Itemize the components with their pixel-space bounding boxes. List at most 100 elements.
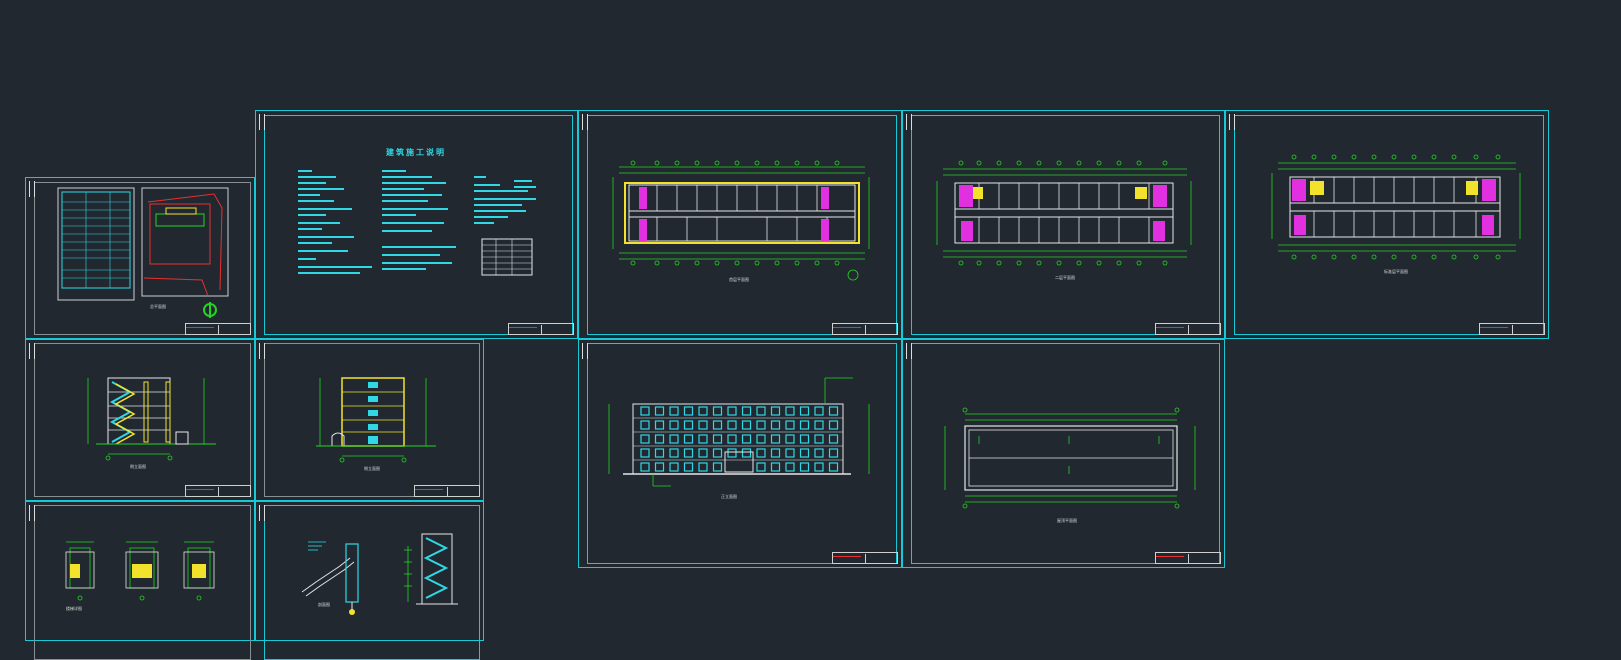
window-mark — [770, 434, 781, 444]
window-mark — [814, 434, 824, 444]
window-mark — [640, 420, 650, 430]
sheet-side-elevation-1[interactable]: 侧立面图 — [25, 339, 255, 501]
title-block — [832, 323, 898, 335]
window-mark — [756, 434, 766, 444]
window-mark — [712, 406, 723, 416]
window-mark — [799, 420, 810, 430]
window-mark — [654, 406, 665, 416]
window-mark — [712, 462, 723, 472]
window-mark — [814, 420, 824, 430]
window-mark — [683, 434, 694, 444]
window-mark — [698, 462, 708, 472]
title-block — [1155, 323, 1221, 335]
window-mark — [727, 406, 737, 416]
stair-details-caption: 楼梯详图 — [66, 606, 82, 611]
floor-plan-1-drawing — [612, 160, 870, 281]
floor-plan-1-caption: 首层平面图 — [729, 277, 749, 282]
floor-plan-2-caption: 二层平面图 — [1055, 275, 1075, 280]
sheet-site-plan[interactable]: 总平面图 — [25, 177, 255, 339]
window-mark — [799, 406, 810, 416]
window-mark — [814, 406, 824, 416]
title-block — [1479, 323, 1545, 335]
window-mark — [785, 462, 795, 472]
window-mark — [756, 462, 766, 472]
window-mark — [683, 462, 694, 472]
window-mark — [741, 420, 752, 430]
floor-plan-2-drawing — [936, 160, 1192, 266]
side-elevation-2-drawing — [316, 377, 436, 463]
side-elevation-1-drawing — [87, 377, 216, 461]
window-mark — [799, 448, 810, 458]
window-mark — [640, 462, 650, 472]
sheet-floor-plan-2[interactable]: 二层平面图 — [902, 110, 1225, 339]
sheet-floor-plan-3[interactable]: 标准层平面图 — [1225, 110, 1549, 339]
side-elevation-1-caption: 侧立面图 — [130, 464, 146, 469]
window-mark — [698, 420, 708, 430]
sheet-section[interactable]: 剖面图 — [255, 501, 484, 660]
window-mark — [654, 448, 665, 458]
front-elevation-caption: 正立面图 — [721, 494, 737, 499]
window-mark — [785, 406, 795, 416]
sheet-roof-plan[interactable]: 屋顶平面图 — [902, 339, 1225, 568]
site-plan-caption: 总平面图 — [150, 304, 166, 309]
section-caption: 剖面图 — [318, 602, 330, 607]
title-block — [832, 552, 898, 564]
window-mark — [669, 420, 679, 430]
window-mark — [669, 406, 679, 416]
window-mark — [799, 434, 810, 444]
window-mark — [785, 420, 795, 430]
window-mark — [683, 448, 694, 458]
front-elevation-drawing — [608, 377, 870, 487]
window-mark — [698, 406, 708, 416]
window-mark — [814, 448, 824, 458]
sheet-design-notes[interactable]: 建筑施工说明 — [255, 110, 578, 339]
side-elevation-2-caption: 侧立面图 — [364, 466, 380, 471]
window-mark — [640, 434, 650, 444]
sheet-front-elevation[interactable]: 正立面图 — [578, 339, 902, 568]
title-block — [185, 323, 251, 335]
sheet-stair-details[interactable]: 楼梯详图 — [25, 501, 255, 660]
section-drawing — [301, 533, 458, 615]
window-mark — [814, 462, 824, 472]
window-mark — [712, 420, 723, 430]
floor-plan-3-drawing — [1271, 154, 1521, 260]
window-mark — [770, 406, 781, 416]
window-mark — [640, 448, 650, 458]
window-mark — [756, 420, 766, 430]
window-mark — [727, 420, 737, 430]
window-mark — [698, 434, 708, 444]
window-mark — [712, 448, 723, 458]
window-mark — [741, 406, 752, 416]
window-mark — [756, 448, 766, 458]
window-mark — [828, 434, 839, 444]
window-mark — [640, 406, 650, 416]
window-mark — [828, 420, 839, 430]
window-mark — [741, 434, 752, 444]
window-mark — [683, 420, 694, 430]
sheet-side-elevation-2[interactable]: 侧立面图 — [255, 339, 484, 501]
sheet-floor-plan-1[interactable]: 首层平面图 — [578, 110, 902, 339]
window-mark — [654, 462, 665, 472]
window-mark — [669, 448, 679, 458]
title-block — [1155, 552, 1221, 564]
window-mark — [828, 448, 839, 458]
window-mark — [770, 448, 781, 458]
window-mark — [770, 462, 781, 472]
window-mark — [785, 448, 795, 458]
window-mark — [727, 434, 737, 444]
window-mark — [727, 448, 737, 458]
design-notes-text-block — [298, 170, 536, 276]
window-mark — [828, 406, 839, 416]
drawing-canvas[interactable]: 总平面图 建筑施工说明 首层平面图 二层平面图 标准层平面图 侧立面图 侧立面图… — [0, 0, 1621, 660]
title-block — [414, 485, 480, 497]
window-mark — [669, 434, 679, 444]
roof-plan-drawing — [944, 407, 1196, 509]
window-mark — [669, 462, 679, 472]
stair-details-drawing — [65, 541, 215, 601]
title-block — [508, 323, 574, 335]
window-mark — [828, 462, 839, 472]
window-mark — [741, 448, 752, 458]
window-mark — [654, 434, 665, 444]
window-mark — [756, 406, 766, 416]
window-mark — [799, 462, 810, 472]
